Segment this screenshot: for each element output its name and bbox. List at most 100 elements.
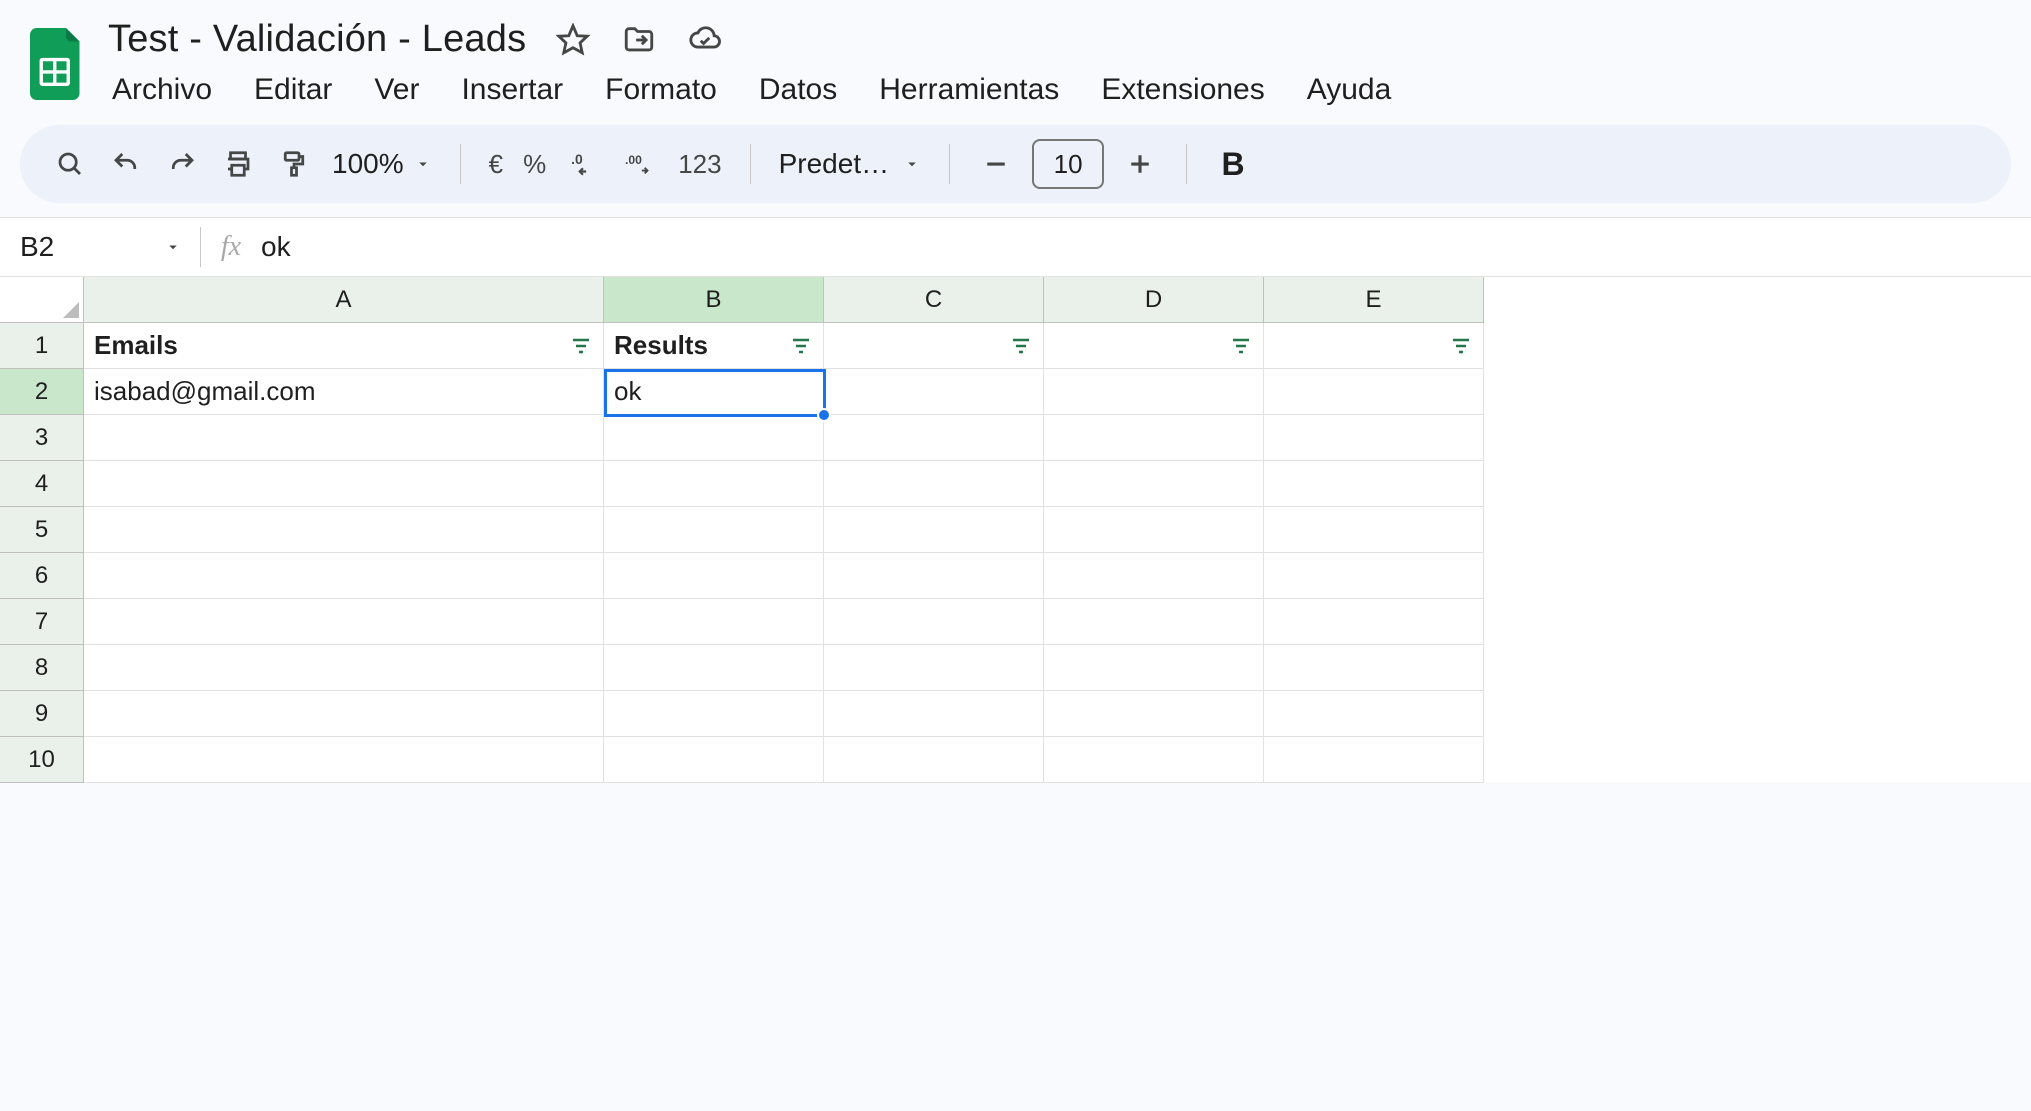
row-header-4[interactable]: 4 [0, 461, 84, 507]
cell[interactable] [1264, 507, 1484, 553]
increase-decimal-icon[interactable]: .00 [616, 140, 664, 188]
move-folder-icon[interactable] [620, 21, 658, 59]
cell[interactable] [824, 645, 1044, 691]
menu-archivo[interactable]: Archivo [108, 69, 216, 111]
cell[interactable] [604, 599, 824, 645]
cell-D1[interactable] [1044, 323, 1264, 369]
chevron-down-icon[interactable] [164, 231, 182, 263]
cell[interactable] [824, 461, 1044, 507]
cell[interactable] [1044, 599, 1264, 645]
row-header-7[interactable]: 7 [0, 599, 84, 645]
font-selector[interactable]: Predet… [773, 148, 928, 180]
cell[interactable] [84, 415, 604, 461]
menu-formato[interactable]: Formato [601, 69, 721, 111]
formula-input[interactable] [261, 218, 2031, 276]
filter-icon[interactable] [1447, 332, 1475, 360]
cell[interactable] [604, 507, 824, 553]
cell[interactable] [604, 553, 824, 599]
menu-datos[interactable]: Datos [755, 69, 841, 111]
cell[interactable] [84, 461, 604, 507]
col-header-B[interactable]: B [604, 277, 824, 323]
menu-insertar[interactable]: Insertar [457, 69, 567, 111]
zoom-selector[interactable]: 100% [326, 148, 438, 180]
col-header-E[interactable]: E [1264, 277, 1484, 323]
cloud-status-icon[interactable] [686, 21, 724, 59]
cell[interactable] [604, 691, 824, 737]
cell[interactable] [604, 645, 824, 691]
cell[interactable] [1264, 599, 1484, 645]
col-header-C[interactable]: C [824, 277, 1044, 323]
cell[interactable] [1044, 553, 1264, 599]
cell[interactable] [824, 737, 1044, 783]
cell[interactable] [604, 415, 824, 461]
cell[interactable] [1264, 415, 1484, 461]
cell-D2[interactable] [1044, 369, 1264, 415]
doc-title[interactable]: Test - Validación - Leads [108, 18, 526, 61]
menu-editar[interactable]: Editar [250, 69, 336, 111]
name-box[interactable]: B2 [0, 231, 200, 263]
cell[interactable] [824, 415, 1044, 461]
cell[interactable] [84, 507, 604, 553]
bold-button[interactable]: B [1209, 146, 1257, 183]
filter-icon[interactable] [1227, 332, 1255, 360]
cell[interactable] [1044, 507, 1264, 553]
row-header-2[interactable]: 2 [0, 369, 84, 415]
menu-ayuda[interactable]: Ayuda [1303, 69, 1396, 111]
decrease-font-icon[interactable] [972, 140, 1020, 188]
cell-B2[interactable]: ok [604, 369, 824, 415]
row-header-9[interactable]: 9 [0, 691, 84, 737]
cell-E1[interactable] [1264, 323, 1484, 369]
cell[interactable] [84, 737, 604, 783]
cell-C2[interactable] [824, 369, 1044, 415]
cell[interactable] [84, 553, 604, 599]
print-icon[interactable] [214, 140, 262, 188]
format-currency[interactable]: € [483, 149, 509, 180]
filter-icon[interactable] [567, 332, 595, 360]
cell[interactable] [1264, 553, 1484, 599]
cell-B1[interactable]: Results [604, 323, 824, 369]
redo-icon[interactable] [158, 140, 206, 188]
cell[interactable] [1044, 737, 1264, 783]
decrease-decimal-icon[interactable]: .0 [560, 140, 608, 188]
cell[interactable] [1044, 691, 1264, 737]
row-header-8[interactable]: 8 [0, 645, 84, 691]
cell[interactable] [1264, 645, 1484, 691]
menu-herramientas[interactable]: Herramientas [875, 69, 1063, 111]
row-header-10[interactable]: 10 [0, 737, 84, 783]
cell-C1[interactable] [824, 323, 1044, 369]
undo-icon[interactable] [102, 140, 150, 188]
col-header-D[interactable]: D [1044, 277, 1264, 323]
cell-A1[interactable]: Emails [84, 323, 604, 369]
filter-icon[interactable] [1007, 332, 1035, 360]
font-size-input[interactable]: 10 [1032, 139, 1104, 189]
cell[interactable] [84, 691, 604, 737]
paint-format-icon[interactable] [270, 140, 318, 188]
cell[interactable] [1044, 461, 1264, 507]
cell[interactable] [1264, 461, 1484, 507]
increase-font-icon[interactable] [1116, 140, 1164, 188]
filter-icon[interactable] [787, 332, 815, 360]
menu-ver[interactable]: Ver [370, 69, 423, 111]
row-header-6[interactable]: 6 [0, 553, 84, 599]
format-percent[interactable]: % [517, 149, 552, 180]
cell[interactable] [1044, 415, 1264, 461]
sheets-logo-icon[interactable] [28, 24, 86, 104]
row-header-1[interactable]: 1 [0, 323, 84, 369]
cell[interactable] [1044, 645, 1264, 691]
cell[interactable] [1264, 691, 1484, 737]
row-header-3[interactable]: 3 [0, 415, 84, 461]
cell-A2[interactable]: isabad@gmail.com [84, 369, 604, 415]
cell[interactable] [84, 599, 604, 645]
cell[interactable] [84, 645, 604, 691]
cell[interactable] [824, 691, 1044, 737]
cell[interactable] [824, 507, 1044, 553]
cell[interactable] [824, 599, 1044, 645]
cell[interactable] [604, 461, 824, 507]
cell-E2[interactable] [1264, 369, 1484, 415]
col-header-A[interactable]: A [84, 277, 604, 323]
cell[interactable] [824, 553, 1044, 599]
menu-extensiones[interactable]: Extensiones [1097, 69, 1268, 111]
search-icon[interactable] [46, 140, 94, 188]
cell[interactable] [1264, 737, 1484, 783]
cell[interactable] [604, 737, 824, 783]
